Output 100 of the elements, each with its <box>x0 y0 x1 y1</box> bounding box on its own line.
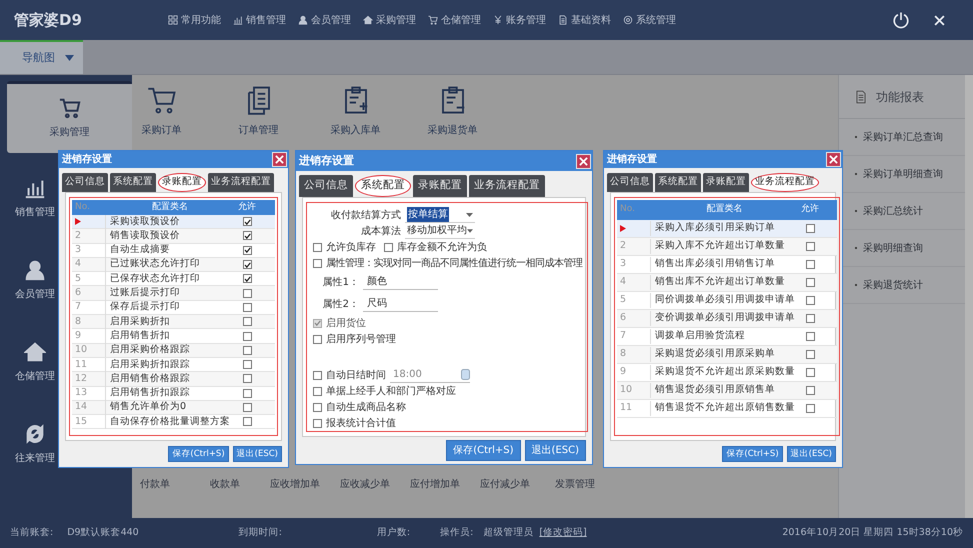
checkbox[interactable] <box>806 386 814 395</box>
menu-item[interactable]: 账务管理 <box>493 12 546 28</box>
scrollbar[interactable] <box>965 75 973 518</box>
dropdown-field[interactable]: 按单结算 <box>405 208 475 222</box>
sidebar-item[interactable]: 仓储管理 <box>0 321 70 403</box>
checkbox[interactable] <box>242 374 252 384</box>
function-link[interactable]: 应付增加单 <box>400 477 470 492</box>
close-icon[interactable] <box>275 155 284 164</box>
checkbox[interactable] <box>806 332 814 341</box>
checkbox[interactable] <box>242 360 252 370</box>
dialog-tab[interactable]: 系统配置 <box>655 173 701 192</box>
nav-tab[interactable]: 导航图 <box>0 40 83 74</box>
checkbox[interactable] <box>242 288 252 298</box>
dialog-button[interactable]: 保存(Ctrl+S) <box>722 446 783 462</box>
menu-item[interactable]: 采购管理 <box>363 12 416 28</box>
checkbox[interactable] <box>242 403 252 412</box>
caret-icon[interactable] <box>466 212 473 216</box>
function-link[interactable]: 应收减少单 <box>330 477 400 492</box>
checkbox[interactable] <box>806 242 814 251</box>
checkbox[interactable] <box>242 417 252 426</box>
dialog-button[interactable]: 保存(Ctrl+S) <box>446 440 521 461</box>
time-field[interactable]: 18:00 <box>390 367 470 383</box>
dialog-tab[interactable]: 业务流程配置 <box>751 173 819 192</box>
toolbar-item[interactable]: 订单管理 <box>221 85 296 138</box>
checkbox[interactable] <box>313 370 322 380</box>
report-link[interactable]: 采购明细查询 <box>863 240 923 256</box>
dialog-button[interactable]: 退出(ESC) <box>524 440 586 461</box>
dialog-tab[interactable]: 业务流程配置 <box>208 173 274 192</box>
change-password-link[interactable]: [修改密码] <box>539 526 587 540</box>
dialog-tab[interactable]: 公司信息 <box>607 173 653 192</box>
checkbox[interactable] <box>313 242 322 252</box>
toolbar-item[interactable]: 采购入库单 <box>318 85 393 138</box>
dialog-tab[interactable]: 公司信息 <box>299 175 353 197</box>
caret-icon[interactable] <box>65 55 74 61</box>
menu-item[interactable]: 常用功能 <box>168 12 221 28</box>
checkbox[interactable] <box>806 314 814 323</box>
checkbox[interactable] <box>242 346 252 355</box>
dropdown-field[interactable]: 移动加权平均 <box>405 224 475 238</box>
spinner-icon[interactable] <box>461 369 470 380</box>
function-link[interactable]: 发票管理 <box>540 477 610 492</box>
text-field[interactable]: 颜色 <box>363 274 438 290</box>
close-button[interactable] <box>826 152 841 167</box>
dropdown-value: 移动加权平均 <box>407 224 467 238</box>
checkbox[interactable] <box>242 217 252 226</box>
sidebar-item[interactable]: 往来管理 <box>0 403 70 485</box>
checkbox[interactable] <box>313 258 322 268</box>
text-field[interactable]: 尺码 <box>363 296 438 312</box>
menu-item[interactable]: 销售管理 <box>233 12 286 28</box>
menu-item[interactable]: 基础资料 <box>558 12 611 28</box>
close-icon[interactable] <box>932 12 947 28</box>
menu-item[interactable]: 会员管理 <box>298 12 351 28</box>
close-button[interactable] <box>576 154 591 168</box>
caret-icon[interactable] <box>467 228 473 232</box>
checkbox[interactable] <box>242 317 252 326</box>
checkbox[interactable] <box>242 302 252 312</box>
checkbox[interactable] <box>806 404 814 413</box>
sidebar-item[interactable]: 采购管理 <box>7 81 132 153</box>
checkbox[interactable] <box>242 332 252 341</box>
function-link[interactable]: 付款单 <box>120 477 190 492</box>
dialog-tab[interactable]: 录账配置 <box>703 173 749 192</box>
checkbox[interactable] <box>384 242 393 252</box>
checkbox[interactable] <box>313 418 322 428</box>
checkbox[interactable] <box>806 260 814 269</box>
checkbox[interactable] <box>313 402 322 412</box>
checkbox[interactable] <box>242 246 252 255</box>
checkbox[interactable] <box>313 386 322 396</box>
function-link[interactable]: 应付减少单 <box>470 477 540 492</box>
checkbox[interactable] <box>806 368 814 377</box>
dialog-tab[interactable]: 录账配置 <box>158 173 206 192</box>
checkbox[interactable] <box>313 334 322 344</box>
dialog-tab[interactable]: 公司信息 <box>62 173 108 192</box>
checkbox[interactable] <box>242 260 252 270</box>
checkbox[interactable] <box>806 224 814 233</box>
dialog-button[interactable]: 退出(ESC) <box>232 446 282 462</box>
checkbox[interactable] <box>806 296 814 305</box>
checkbox[interactable] <box>806 350 814 359</box>
checkbox[interactable] <box>242 231 252 240</box>
menu-item[interactable]: 系统管理 <box>623 12 676 28</box>
dialog-tab[interactable]: 录账配置 <box>413 175 467 197</box>
close-icon[interactable] <box>829 155 838 164</box>
report-link[interactable]: 采购订单明细查询 <box>863 166 943 182</box>
checkbox[interactable] <box>242 388 252 398</box>
dialog-tab[interactable]: 业务流程配置 <box>469 175 545 197</box>
dialog-tab[interactable]: 系统配置 <box>110 173 156 192</box>
dialog-button[interactable]: 退出(ESC) <box>786 446 836 462</box>
toolbar-item[interactable]: 采购退货单 <box>415 85 490 138</box>
function-link[interactable]: 收款单 <box>190 477 260 492</box>
sidebar-item[interactable]: 会员管理 <box>0 239 70 321</box>
close-icon[interactable] <box>579 156 588 166</box>
function-link[interactable]: 应收增加单 <box>260 477 330 492</box>
dialog-button[interactable]: 保存(Ctrl+S) <box>168 446 229 462</box>
power-icon[interactable] <box>892 11 910 29</box>
menu-item[interactable]: 仓储管理 <box>428 12 481 28</box>
report-link[interactable]: 采购汇总统计 <box>863 204 923 218</box>
report-link[interactable]: 采购退货统计 <box>863 278 923 292</box>
checkbox[interactable] <box>806 278 814 287</box>
close-button[interactable] <box>272 152 287 167</box>
report-link[interactable]: 采购订单汇总查询 <box>863 130 943 144</box>
dialog-tab[interactable]: 系统配置 <box>355 175 411 197</box>
checkbox[interactable] <box>242 274 252 284</box>
